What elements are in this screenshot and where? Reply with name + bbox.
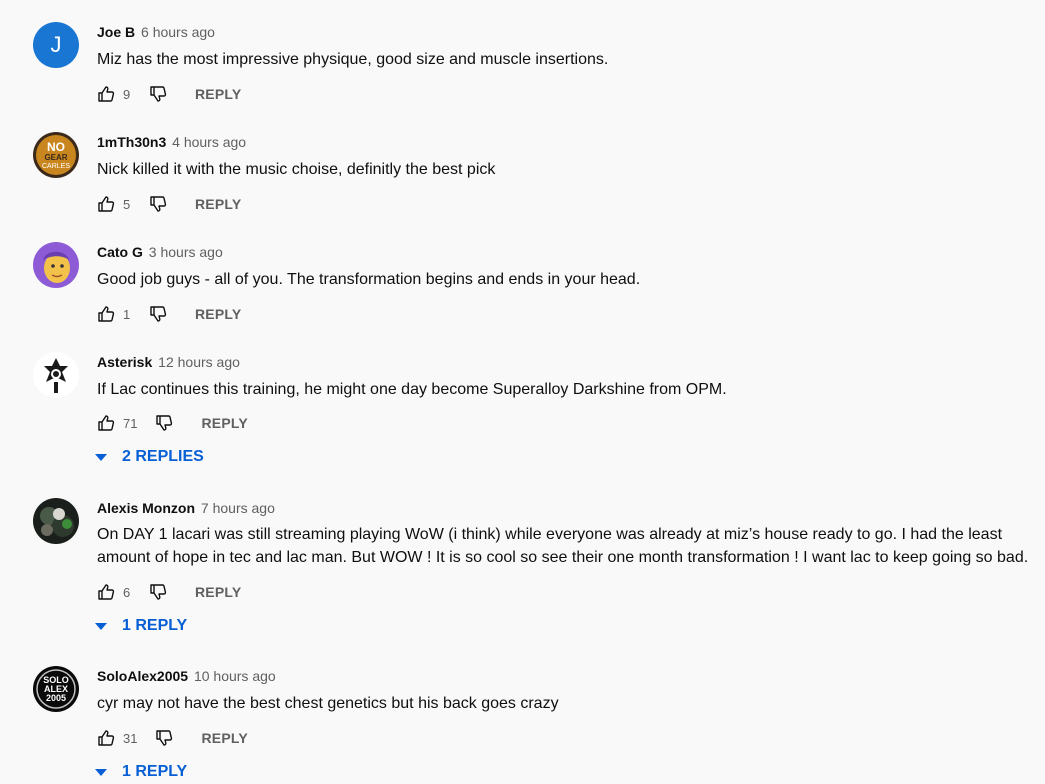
like-count: 6 (123, 584, 131, 600)
comment-text: Miz has the most impressive physique, go… (97, 51, 609, 68)
reply-button[interactable]: REPLY (201, 415, 247, 431)
view-replies-button[interactable]: 1 REPLY (95, 616, 187, 636)
comment-text: If Lac continues this training, he might… (97, 381, 727, 398)
avatar-initial: J (50, 32, 62, 57)
avatar[interactable] (33, 352, 79, 398)
comment-timestamp[interactable]: 7 hours ago (201, 500, 275, 516)
avatar-text: 2005 (46, 693, 66, 703)
avatar-text: CARLES (42, 163, 70, 170)
like-icon[interactable] (96, 582, 116, 602)
like-icon[interactable] (96, 194, 116, 214)
like-count: 9 (123, 86, 131, 102)
comment-author[interactable]: 1mTh30n3 (97, 134, 166, 150)
reply-button[interactable]: REPLY (195, 86, 241, 102)
avatar-text: GEAR (44, 153, 67, 162)
caret-down-icon (95, 453, 107, 461)
avatar[interactable]: NO GEAR CARLES (33, 132, 79, 178)
like-count: 31 (123, 730, 138, 746)
view-replies-label: 1 REPLY (122, 763, 188, 780)
like-count: 1 (123, 306, 131, 322)
comment-action-bar: 31 REPLY (96, 728, 248, 748)
avatar[interactable] (33, 242, 79, 288)
comment-text: Nick killed it with the music choise, de… (97, 161, 496, 178)
comment-timestamp[interactable]: 10 hours ago (194, 668, 276, 684)
comment-action-bar: 5 REPLY (96, 194, 241, 214)
like-icon[interactable] (96, 84, 116, 104)
comment-author[interactable]: Joe B (97, 24, 135, 40)
reply-button[interactable]: REPLY (195, 196, 241, 212)
dislike-icon[interactable] (148, 304, 168, 324)
comment-action-bar: 71 REPLY (96, 413, 248, 433)
caret-down-icon (95, 622, 107, 630)
like-icon[interactable] (96, 413, 116, 433)
avatar[interactable] (33, 498, 79, 544)
comment-timestamp[interactable]: 12 hours ago (158, 354, 240, 370)
comment-author[interactable]: SoloAlex2005 (97, 668, 188, 684)
view-replies-label: 1 REPLY (122, 617, 188, 634)
dislike-icon[interactable] (148, 84, 168, 104)
view-replies-label: 2 REPLIES (122, 448, 204, 465)
reply-button[interactable]: REPLY (195, 306, 241, 322)
avatar[interactable]: SOLO ALEX 2005 (33, 666, 79, 712)
comment-author[interactable]: Alexis Monzon (97, 500, 195, 516)
comment-author[interactable]: Cato G (97, 244, 143, 260)
reply-button[interactable]: REPLY (201, 730, 247, 746)
comment-action-bar: 9 REPLY (96, 84, 241, 104)
caret-down-icon (95, 768, 107, 776)
comment-timestamp[interactable]: 4 hours ago (172, 134, 246, 150)
dislike-icon[interactable] (148, 582, 168, 602)
comment-action-bar: 6 REPLY (96, 582, 241, 602)
comment-timestamp[interactable]: 3 hours ago (149, 244, 223, 260)
reply-button[interactable]: REPLY (195, 584, 241, 600)
dislike-icon[interactable] (154, 728, 174, 748)
like-icon[interactable] (96, 304, 116, 324)
like-count: 71 (123, 415, 138, 431)
like-count: 5 (123, 196, 131, 212)
avatar-text: NO (47, 140, 65, 154)
comment-text: On DAY 1 lacari was still streaming play… (97, 526, 1029, 566)
like-icon[interactable] (96, 728, 116, 748)
comment-action-bar: 1 REPLY (96, 304, 241, 324)
view-replies-button[interactable]: 1 REPLY (95, 762, 187, 782)
view-replies-button[interactable]: 2 REPLIES (95, 447, 204, 467)
dislike-icon[interactable] (148, 194, 168, 214)
comment-author[interactable]: Asterisk (97, 354, 152, 370)
comment-timestamp[interactable]: 6 hours ago (141, 24, 215, 40)
comment-text: Good job guys - all of you. The transfor… (97, 271, 641, 288)
avatar[interactable]: J (33, 22, 79, 68)
comment-text: cyr may not have the best chest genetics… (97, 695, 559, 712)
dislike-icon[interactable] (154, 413, 174, 433)
